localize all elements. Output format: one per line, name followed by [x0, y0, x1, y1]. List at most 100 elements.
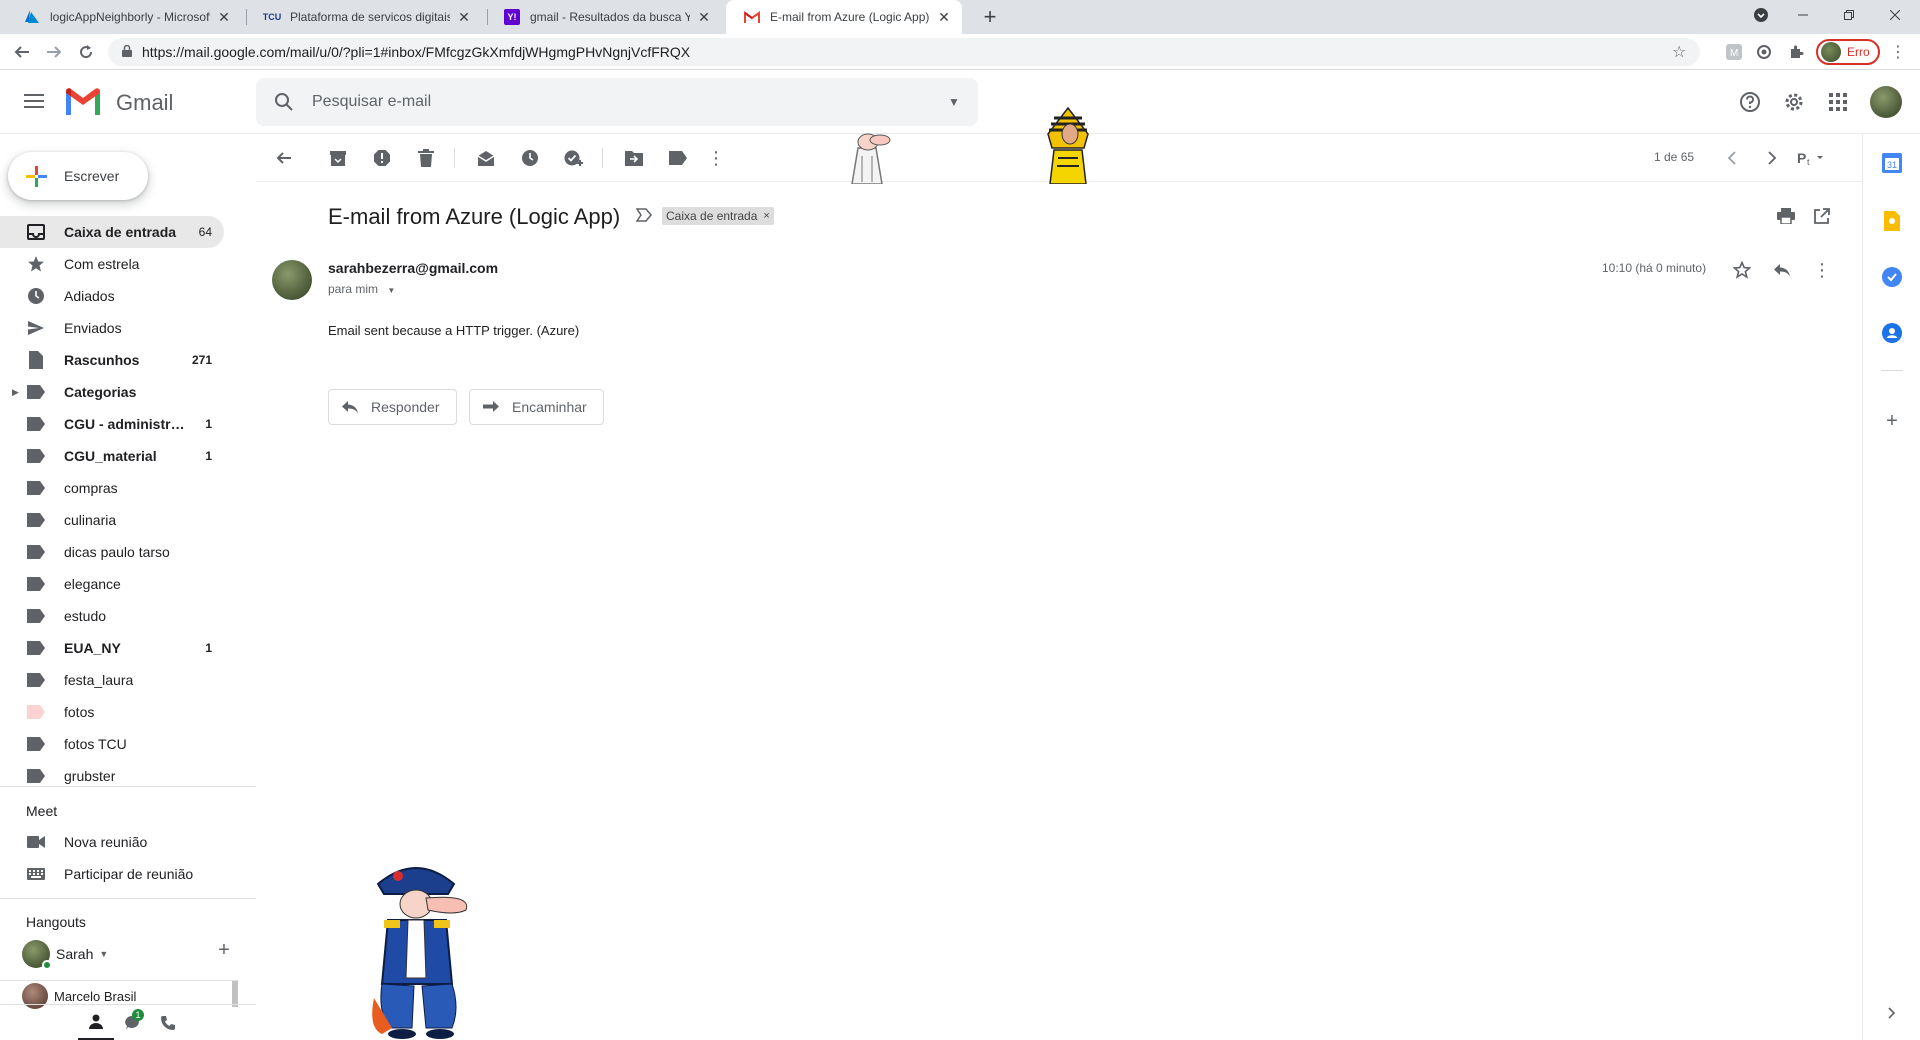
label-icon — [26, 542, 46, 562]
chevron-right-icon[interactable] — [1760, 146, 1784, 170]
reply-button[interactable]: Responder — [328, 389, 457, 425]
open-in-new-window-icon[interactable] — [1810, 204, 1834, 228]
sidebar-item-elegance[interactable]: elegance — [0, 568, 224, 600]
browser-tab[interactable]: TCU Plataforma de servicos digitais do T… — [246, 0, 482, 34]
sender-avatar[interactable] — [272, 260, 312, 300]
label-icon — [26, 606, 46, 626]
close-icon[interactable]: ✕ — [936, 9, 952, 25]
add-contact-icon[interactable]: + — [214, 940, 234, 960]
hangouts-bottom-tabs: 1 — [0, 1004, 256, 1040]
close-icon[interactable]: ✕ — [456, 9, 472, 25]
extension-circle-icon[interactable] — [1754, 42, 1774, 62]
sidebar-item-grubster[interactable]: grubster — [0, 760, 224, 792]
restore-icon[interactable] — [1826, 0, 1872, 30]
sidebar-item-sent[interactable]: Enviados — [0, 312, 224, 344]
sidebar-item-festa-laura[interactable]: festa_laura — [0, 664, 224, 696]
browser-tab[interactable]: Y! gmail - Resultados da busca Yahoo ✕ — [486, 0, 722, 34]
new-tab-button[interactable]: + — [978, 4, 1002, 29]
theme-character-icon — [368, 858, 474, 1040]
chevron-left-icon[interactable] — [1720, 146, 1744, 170]
account-avatar[interactable] — [1870, 86, 1902, 118]
more-vert-icon[interactable]: ⋮ — [704, 146, 728, 170]
archive-icon[interactable] — [326, 146, 350, 170]
tab-search-icon[interactable] — [1738, 0, 1784, 30]
sidebar-item-eua-ny[interactable]: EUA_NY 1 — [0, 632, 224, 664]
label-icon — [26, 414, 46, 434]
contacts-icon[interactable] — [1881, 322, 1903, 344]
sidebar-item-snoozed[interactable]: Adiados — [0, 280, 224, 312]
chat-bubble-icon[interactable]: 1 — [114, 1005, 150, 1040]
move-to-folder-icon[interactable] — [622, 146, 646, 170]
recipient-details[interactable]: para mim ▼ — [328, 282, 395, 296]
back-arrow-icon[interactable] — [10, 40, 34, 64]
more-vert-icon[interactable]: ⋮ — [1810, 258, 1834, 282]
address-bar[interactable]: https://mail.google.com/mail/u/0/?pli=1#… — [108, 38, 1700, 66]
remove-label-icon[interactable]: × — [763, 210, 769, 222]
apps-grid-icon[interactable] — [1826, 90, 1850, 114]
back-to-inbox-icon[interactable] — [272, 146, 296, 170]
search-options-icon[interactable]: ▼ — [930, 95, 978, 109]
more-vert-icon[interactable]: ⋮ — [1888, 42, 1908, 62]
keep-icon[interactable] — [1881, 210, 1903, 232]
sidebar-item-starred[interactable]: Com estrela — [0, 248, 224, 280]
gmail-logo-icon[interactable] — [64, 88, 102, 116]
sidebar-item-fotos-tcu[interactable]: fotos TCU — [0, 728, 224, 760]
calendar-icon[interactable]: 31 — [1881, 152, 1903, 174]
contacts-person-icon[interactable] — [78, 1005, 114, 1040]
main-menu-icon[interactable] — [22, 90, 46, 114]
sidebar-item-cgu-material[interactable]: CGU_material 1 — [0, 440, 224, 472]
search-icon[interactable] — [256, 92, 312, 112]
sidebar-item-compras[interactable]: compras — [0, 472, 224, 504]
importance-marker-icon[interactable] — [635, 208, 654, 224]
divider — [1881, 370, 1903, 371]
chat-badge: 1 — [132, 1008, 144, 1021]
forward-arrow-icon[interactable] — [42, 40, 66, 64]
close-icon[interactable]: ✕ — [216, 9, 232, 25]
sidebar-item-culinaria[interactable]: culinaria — [0, 504, 224, 536]
sidebar-item-drafts[interactable]: Rascunhos 271 — [0, 344, 224, 376]
tcu-icon: TCU — [262, 12, 282, 22]
sidebar-item-fotos[interactable]: fotos — [0, 696, 224, 728]
star-outline-icon[interactable] — [1730, 258, 1754, 282]
window-close-icon[interactable] — [1872, 0, 1918, 30]
sidebar-item-cgu-administrativo[interactable]: CGU - administra... 1 — [0, 408, 224, 440]
close-icon[interactable]: ✕ — [696, 9, 712, 25]
sidebar-item-estudo[interactable]: estudo — [0, 600, 224, 632]
phone-icon[interactable] — [150, 1005, 186, 1040]
report-spam-icon[interactable] — [370, 146, 394, 170]
input-tools-icon[interactable]: Pt — [1792, 146, 1832, 170]
extension-m-icon[interactable]: M — [1724, 42, 1744, 62]
search-input[interactable] — [312, 93, 930, 111]
compose-plus-icon — [8, 152, 64, 200]
reply-icon[interactable] — [1770, 258, 1794, 282]
tasks-icon[interactable] — [1881, 266, 1903, 288]
minimize-icon[interactable] — [1780, 0, 1826, 30]
sidebar-item-dicas-paulo-tarso[interactable]: dicas paulo tarso — [0, 536, 224, 568]
expand-caret-icon[interactable]: ▶ — [12, 387, 19, 398]
settings-gear-icon[interactable] — [1782, 90, 1806, 114]
print-icon[interactable] — [1774, 204, 1798, 228]
snooze-clock-icon[interactable] — [518, 146, 542, 170]
forward-button[interactable]: Encaminhar — [469, 389, 604, 425]
chevron-right-icon[interactable] — [1881, 1002, 1903, 1024]
labels-tag-icon[interactable] — [666, 146, 690, 170]
sidebar-item-inbox[interactable]: Caixa de entrada 64 — [0, 216, 224, 248]
mark-unread-icon[interactable] — [474, 146, 498, 170]
help-icon[interactable] — [1738, 90, 1762, 114]
get-addons-plus-icon[interactable]: + — [1881, 410, 1903, 432]
sender-email[interactable]: sarahbezerra@gmail.com — [328, 260, 498, 276]
new-meeting-button[interactable]: Nova reunião — [0, 826, 224, 858]
profile-error-chip[interactable]: Erro — [1816, 39, 1880, 65]
delete-trash-icon[interactable] — [414, 146, 438, 170]
compose-button[interactable]: Escrever — [8, 152, 148, 200]
extensions-puzzle-icon[interactable] — [1786, 42, 1806, 62]
browser-tab[interactable]: logicAppNeighborly - Microsoft Azure ✕ — [6, 0, 242, 34]
join-meeting-button[interactable]: Participar de reunião — [0, 858, 224, 890]
add-to-tasks-icon[interactable] — [562, 146, 586, 170]
hangouts-self-status[interactable]: Sarah ▼ — [22, 940, 108, 970]
draft-icon — [26, 350, 46, 370]
browser-tab-active[interactable]: E-mail from Azure (Logic App) - sarahbez… — [726, 0, 962, 34]
reload-icon[interactable] — [74, 40, 98, 64]
sidebar-item-categories[interactable]: ▶ Categorias — [0, 376, 224, 408]
bookmark-star-icon[interactable]: ☆ — [1672, 42, 1700, 62]
